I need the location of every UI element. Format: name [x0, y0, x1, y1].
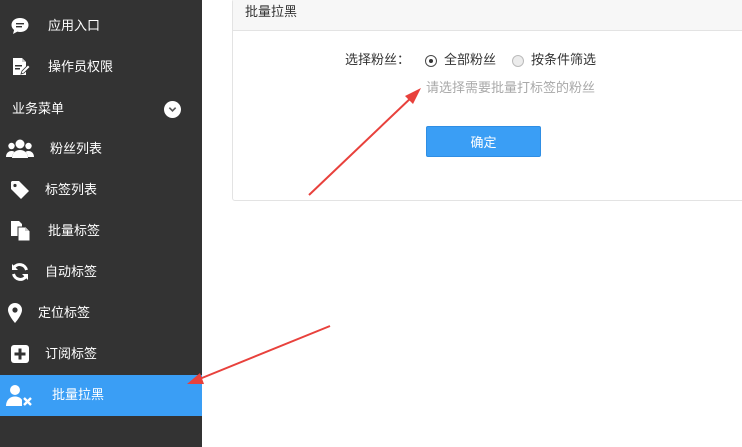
panel-header: 批量拉黑: [233, 0, 742, 31]
sidebar-section-business-menu[interactable]: 业务菜单: [0, 89, 202, 130]
sidebar-item-batch-tag[interactable]: 批量标签: [0, 211, 202, 252]
sidebar-item-label: 应用入口: [48, 19, 101, 34]
sidebar: 应用入口 操作员权限 业务菜单 粉丝列表 标签列表 批量标签 自动标签 定位标签…: [0, 0, 202, 447]
plus-square-icon: [8, 342, 32, 366]
sidebar-item-subscribe-tag[interactable]: 订阅标签: [0, 334, 202, 375]
tag-icon: [8, 178, 32, 202]
map-marker-icon: [3, 301, 27, 325]
chat-bubble-icon: [8, 14, 32, 38]
chevron-down-icon[interactable]: [164, 101, 181, 118]
sidebar-item-label: 操作员权限: [48, 60, 114, 75]
sidebar-item-label: 粉丝列表: [50, 142, 103, 157]
hint-text: 请选择需要批量打标签的粉丝: [426, 81, 596, 96]
sidebar-item-label: 批量标签: [48, 224, 101, 239]
sidebar-item-batch-block[interactable]: 批量拉黑: [0, 375, 202, 416]
sidebar-item-auto-tag[interactable]: 自动标签: [0, 252, 202, 293]
sidebar-section-label: 业务菜单: [12, 102, 65, 117]
confirm-button[interactable]: 确定: [426, 126, 541, 157]
sidebar-item-fan-list[interactable]: 粉丝列表: [0, 129, 202, 170]
sidebar-item-label: 定位标签: [38, 306, 91, 321]
refresh-icon: [8, 260, 32, 284]
annotation-arrow-to-sidebar: [196, 325, 331, 381]
radio-filter-by-condition[interactable]: [512, 55, 524, 67]
sidebar-item-operator-permissions[interactable]: 操作员权限: [0, 47, 202, 88]
documents-icon: [8, 219, 32, 243]
users-icon: [6, 137, 34, 161]
sidebar-item-location-tag[interactable]: 定位标签: [0, 293, 202, 334]
user-remove-icon: [5, 383, 35, 407]
radio-all-fans-label[interactable]: 全部粉丝: [444, 52, 496, 70]
radio-all-fans[interactable]: [425, 55, 437, 67]
sidebar-item-label: 标签列表: [45, 183, 98, 198]
sidebar-item-tag-list[interactable]: 标签列表: [0, 170, 202, 211]
radio-filter-by-condition-label[interactable]: 按条件筛选: [531, 52, 596, 70]
select-fans-label: 选择粉丝：: [345, 53, 411, 68]
panel-title: 批量拉黑: [245, 5, 298, 20]
sidebar-item-label: 自动标签: [45, 265, 98, 280]
sidebar-item-label: 批量拉黑: [52, 388, 105, 403]
sidebar-item-label: 订阅标签: [45, 347, 98, 362]
edit-document-icon: [8, 55, 32, 79]
sidebar-item-app-entry[interactable]: 应用入口: [0, 6, 202, 47]
batch-block-panel: 批量拉黑: [232, 0, 742, 201]
